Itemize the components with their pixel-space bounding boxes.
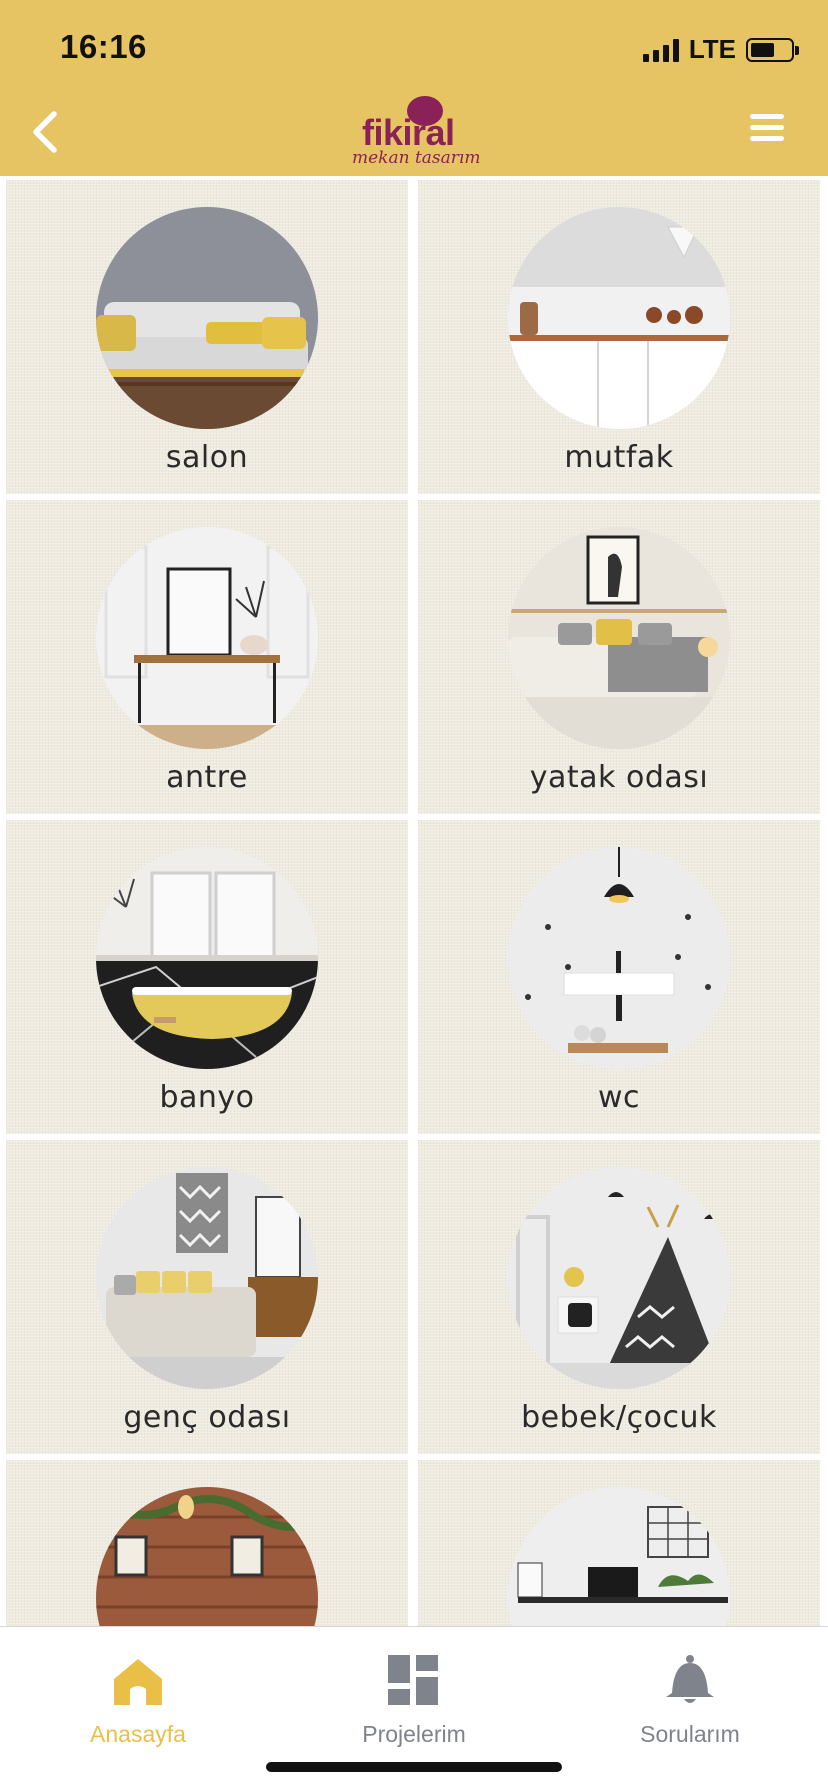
salon-image [96,207,318,429]
chevron-left-icon [33,111,57,153]
tab-label: Projelerim [362,1721,466,1747]
banyo-image [96,847,318,1069]
antre-image [96,527,318,749]
room-tile-partial[interactable] [418,1460,820,1626]
room-label: salon [165,440,249,475]
room-tile-mutfak[interactable]: mutfak [418,180,820,494]
room-tile-bebek-cocuk[interactable]: bebek/çocuk [418,1140,820,1454]
tab-anasayfa[interactable]: Anasayfa [0,1641,276,1751]
room-label: mutfak [564,440,674,475]
bell-icon [666,1655,714,1703]
home-icon [114,1659,162,1705]
yatak-odasi-image [508,527,730,749]
bebek-cocuk-image [508,1167,730,1389]
battery-icon [746,37,799,62]
room-tile-banyo[interactable]: banyo [6,820,408,1134]
app-header: 16:16 LTE fikiral mekan tasarım [0,0,828,176]
back-button[interactable] [26,108,66,156]
status-time: 16:16 [60,28,147,65]
room-tile-salon[interactable]: salon [6,180,408,494]
hamburger-icon-bar [750,136,784,141]
tab-label: Sorularım [640,1721,740,1747]
hamburger-icon-bar [750,125,784,130]
room-label: genç odası [123,1400,291,1435]
room-tile-antre[interactable]: antre [6,500,408,814]
room-label: bebek/çocuk [521,1400,717,1435]
home-indicator [266,1762,562,1772]
network-type: LTE [688,34,736,64]
room-label: wc [597,1080,641,1115]
logo-tagline: mekan tasarım [352,148,481,168]
room-tile-yatak-odasi[interactable]: yatak odası [418,500,820,814]
room-image-partial [508,1487,730,1626]
room-label: yatak odası [529,760,709,795]
grid-icon [388,1655,438,1705]
tab-label: Anasayfa [90,1721,186,1747]
mutfak-image [508,207,730,429]
tab-sorularim[interactable]: Sorularım [552,1641,828,1751]
wc-image [508,847,730,1069]
brand-logo: fikiral mekan tasarım [350,92,480,170]
room-tile-partial[interactable] [6,1460,408,1626]
room-image-partial [96,1487,318,1626]
room-grid: salon mutfak antre yatak odası banyo wc … [0,176,828,1626]
room-label: antre [166,760,248,795]
room-tile-genc-odasi[interactable]: genç odası [6,1140,408,1454]
room-tile-wc[interactable]: wc [418,820,820,1134]
signal-icon [642,38,679,62]
hamburger-icon-bar [750,114,784,119]
tab-projelerim[interactable]: Projelerim [276,1641,552,1751]
menu-button[interactable] [750,114,784,144]
room-label: banyo [159,1080,255,1115]
genc-odasi-image [96,1167,318,1389]
status-icons: LTE [642,34,799,65]
